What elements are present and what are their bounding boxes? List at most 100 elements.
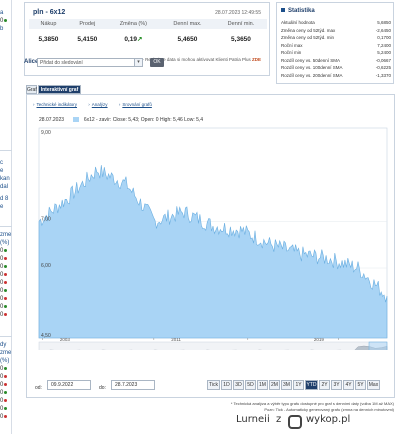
zoom-button-3m[interactable]: 3M: [281, 380, 292, 390]
tab-interactive-graph[interactable]: Interaktivní graf: [38, 85, 81, 94]
stat-label: Rozdíl ceny vs. 200denní SMA: [281, 72, 343, 78]
instrument-title: pln - 6x12: [33, 9, 66, 16]
footer-note-2: Pozn: Tick - Automaticky generovaný graf…: [264, 407, 394, 412]
zoom-button-5y[interactable]: 5Y: [355, 380, 366, 390]
zoom-button-1m[interactable]: 1M: [257, 380, 268, 390]
header-change: Změna (%): [106, 19, 160, 29]
left-fragment-label: zme: [0, 350, 12, 356]
status-dot-icon: [4, 256, 8, 260]
zoom-button-2m[interactable]: 2M: [269, 380, 280, 390]
alerts-ok-button[interactable]: OK: [150, 58, 164, 67]
left-fragment-label: 0: [0, 312, 8, 318]
status-dot-icon: [4, 398, 8, 402]
price-chart[interactable]: 9,007,006,004,5007/202201/202304/202307/…: [37, 126, 389, 350]
left-fragment-label: d 8: [0, 196, 9, 202]
zoom-button-2y[interactable]: 2Y: [319, 380, 330, 390]
status-dot-icon: [4, 280, 8, 284]
status-dot-icon: [4, 288, 8, 292]
header-ask: Prodej: [67, 19, 107, 29]
navigator-label: 2011: [171, 337, 181, 342]
legend-text: 6x12 - zavír: Close: 5,43; Open: 0 High:…: [83, 117, 204, 123]
left-fragment-label: 0: [0, 18, 8, 24]
status-dot-icon: [4, 296, 8, 300]
footer-note-1: * Technická analýza a výběr typu grafu d…: [230, 401, 394, 406]
stat-row: Aktuální hodnota 5,6850: [281, 20, 391, 25]
status-dot-icon: [4, 414, 8, 418]
left-fragment-label: 0: [0, 296, 8, 302]
left-fragment-label: 0: [0, 414, 8, 420]
change-percent: 0,19: [124, 36, 137, 43]
zoom-button-1d[interactable]: 1D: [221, 380, 232, 390]
zoom-button-ytd[interactable]: YTD: [305, 380, 318, 390]
left-fragment-label: 0: [0, 366, 8, 372]
status-dot-icon: [4, 264, 8, 268]
range-from-input[interactable]: 09.9.2022: [47, 380, 91, 390]
left-fragment-label: (%): [0, 240, 10, 246]
chart-links: › Technické indikátory › Analýzy › Srovnání…: [33, 102, 162, 107]
left-fragment-label: (%): [0, 358, 10, 364]
chart-panel: › Technické indikátory › Analýzy › Srovnání…: [26, 94, 395, 398]
left-fragment-label: 0: [0, 264, 8, 270]
left-fragment-label: 0: [0, 398, 8, 404]
day-min-value: 5,3650: [231, 35, 251, 43]
zoom-button-1y[interactable]: 1Y: [293, 380, 304, 390]
status-dot-icon: [4, 382, 8, 386]
status-dot-icon: [4, 366, 8, 370]
arrow-right-icon: ›: [33, 102, 35, 107]
range-to-input[interactable]: 28.7.2023: [111, 380, 155, 390]
status-dot-icon: [4, 312, 8, 316]
stat-label: Rozdíl ceny vs. 50denní SMA: [281, 57, 341, 63]
zoom-button-5d[interactable]: 5D: [245, 380, 256, 390]
tab-graph[interactable]: Graf: [26, 85, 37, 94]
watermark-site: wykop.pl: [306, 414, 351, 425]
stat-value: -2,6450: [375, 27, 391, 33]
status-dot-icon: [4, 18, 8, 22]
navigator-selection: [368, 341, 388, 350]
stat-label: Roční max: [281, 42, 303, 48]
left-fragment-label: e: [0, 204, 4, 210]
left-fragment-label: 0: [0, 390, 8, 396]
left-fragment-label: c: [0, 160, 3, 166]
stat-label: Změna ceny od 52týd. max: [281, 27, 336, 33]
stat-value: -0,6225: [375, 65, 391, 70]
left-fragment-label: a: [0, 10, 4, 16]
stat-row: Rozdíl ceny vs. 200denní SMA -1,3370: [281, 73, 391, 78]
stat-row: Změna ceny od 52týd. max -2,6450: [281, 28, 391, 33]
bid-value: 5,3850: [38, 35, 59, 43]
zoom-button-max[interactable]: Max: [367, 380, 380, 390]
y-tick-label: 7,00: [41, 216, 51, 222]
link-analyses[interactable]: Analýzy: [92, 102, 108, 107]
legend-date: 28.07.2023: [39, 117, 65, 123]
link-technical-indicators[interactable]: Technické indikátory: [37, 102, 78, 107]
left-fragment-label: e: [0, 168, 4, 174]
statistics-panel: Statistika Aktuální hodnota 5,6850 Změna c…: [276, 2, 394, 84]
statistics-title: Statistika: [281, 8, 315, 14]
left-fragment-label: 0: [0, 280, 8, 286]
alerts-select[interactable]: Přidat do sledování ▾: [37, 58, 143, 67]
y-tick-label: 9,00: [41, 130, 51, 136]
zoom-button-4y[interactable]: 4Y: [343, 380, 354, 390]
stat-label: Rozdíl ceny vs. 100denní SMA: [281, 65, 343, 70]
left-fragment-label: kan: [0, 176, 10, 182]
change-value: 0,19↗: [107, 29, 160, 49]
navigator-label: 2019: [314, 337, 325, 342]
stat-row: Rozdíl ceny vs. 50denní SMA -0,0667: [281, 58, 391, 63]
arrow-right-icon: ›: [118, 102, 121, 107]
realtime-link[interactable]: ZDE: [252, 57, 261, 62]
zoom-button-tick[interactable]: Tick: [207, 380, 220, 390]
stat-row: Roční min 5,2400: [281, 50, 391, 55]
left-divider: [0, 336, 12, 337]
zoom-button-3d[interactable]: 3D: [233, 380, 244, 390]
y-tick-label: 6,00: [41, 263, 51, 269]
status-dot-icon: [4, 272, 8, 276]
left-sidebar-fragment: a 0 b c e kan dal d 8 e zme (%) 0 0 0 0 0 0 0 0 0 dy zme (%) 0 0…: [0, 0, 12, 434]
stat-row: Rozdíl ceny vs. 100denní SMA -0,6225: [281, 65, 391, 70]
stat-value: 7,2400: [377, 42, 391, 48]
zoom-button-3y[interactable]: 3Y: [331, 380, 342, 390]
quote-table: Nákup Prodej Změna (%) Denní max. Denní …: [29, 19, 267, 49]
link-compare-charts[interactable]: Srovnání grafů: [122, 102, 152, 107]
left-fragment-label: b: [0, 26, 4, 32]
navigator: [38, 341, 388, 350]
left-fragment-label: zme: [0, 232, 12, 238]
stat-label: Změna ceny od 52týd. min: [281, 35, 335, 40]
